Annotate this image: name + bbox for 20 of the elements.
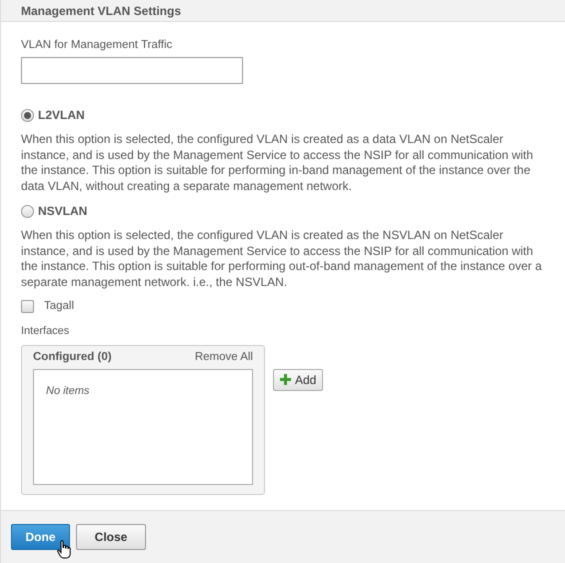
list-title: Configured (0) (33, 350, 112, 366)
radio-button[interactable] (21, 204, 34, 218)
option-description: When this option is selected, the configured VLAN is created as a data VLAN on NetScaler instance, and is used by the Management Service to access the NSIP for all communication with the instance. This option is suitable for performing in-band management of the instance over the data VLAN, without creating a separate management network. (21, 132, 534, 194)
input-field[interactable] (21, 57, 243, 84)
hand-cursor-icon (57, 540, 71, 559)
close-button[interactable]: Close (76, 524, 146, 550)
radio-button[interactable] (21, 108, 34, 122)
option-description: When this option is selected, the configured VLAN is created as the NSVLAN on NetScaler instance, and is used by the Management Service to access the NSIP for all communication with the instance. This option is suitable for performing out-of-band management of the instance over a separate management network. i.e., the NSVLAN. (21, 228, 543, 290)
done-button[interactable]: Done (11, 524, 70, 550)
section-label: Interfaces (21, 324, 70, 340)
plus-icon (280, 374, 291, 386)
option-label: L2VLAN (38, 107, 85, 124)
remove-all-link[interactable]: Remove All (194, 349, 253, 366)
option-label: NSVLAN (38, 203, 88, 220)
empty-text: No items (46, 384, 90, 397)
add-button[interactable]: Add (273, 368, 324, 391)
section-title: Management VLAN Settings (21, 2, 182, 20)
checkbox[interactable] (21, 300, 34, 314)
field-label: VLAN for Management Traffic (21, 38, 174, 52)
checkbox-label: Tagall (44, 299, 74, 314)
